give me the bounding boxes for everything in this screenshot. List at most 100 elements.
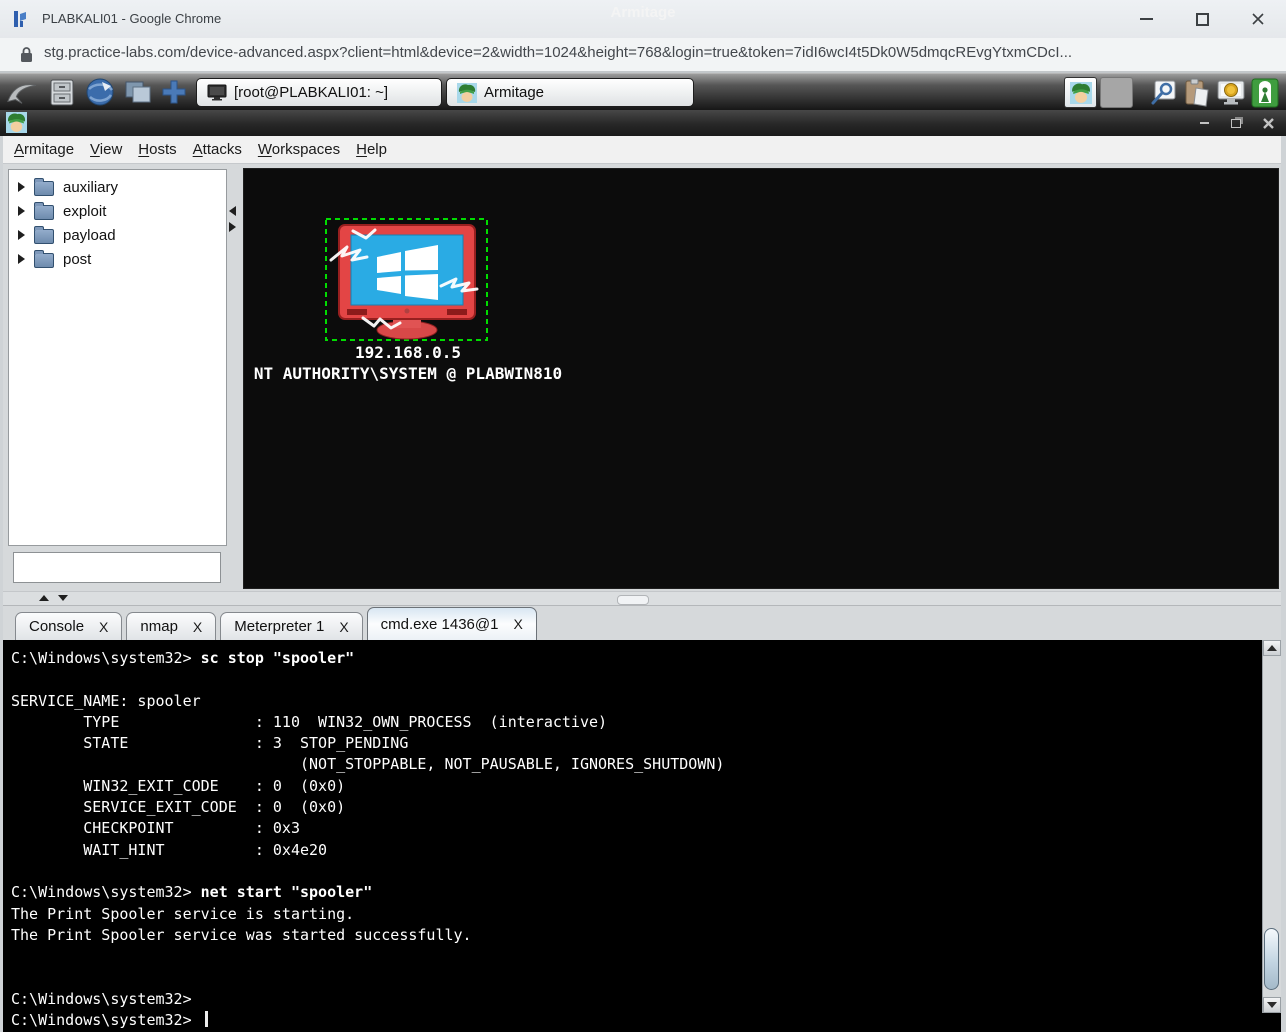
tree-item-exploit[interactable]: exploit [9, 199, 226, 223]
armitage-minimize-button[interactable] [1196, 115, 1212, 131]
armitage-restore-button[interactable] [1228, 115, 1244, 131]
terminal-line: C:\Windows\system32> sc stop "spooler" [11, 648, 1281, 669]
clipboard-icon [1183, 78, 1211, 108]
armitage-menubar: Armitage View Hosts Attacks Workspaces Help [0, 136, 1286, 164]
taskbar-button-terminal[interactable]: [root@PLABKALI01: ~] [196, 78, 442, 107]
horizontal-splitter[interactable] [3, 591, 1281, 606]
collapse-down-icon[interactable] [58, 595, 68, 601]
scroll-up-button[interactable] [1263, 640, 1281, 656]
menu-attacks[interactable]: Attacks [193, 141, 242, 158]
expand-arrow-icon[interactable] [18, 206, 25, 216]
cmd-terminal[interactable]: C:\Windows\system32> sc stop "spooler" S… [3, 640, 1281, 1032]
lock-icon[interactable] [20, 46, 33, 63]
collapse-left-icon[interactable] [229, 206, 236, 216]
tab-close-button[interactable]: X [99, 619, 108, 635]
folder-icon [34, 253, 54, 268]
plus-icon [160, 78, 188, 106]
arrow-up-icon [1267, 645, 1277, 651]
kali-taskbar: [root@PLABKALI01: ~] Armitage [0, 73, 1286, 111]
tray-display-info-button[interactable] [1214, 77, 1247, 108]
tree-item-label: post [63, 251, 91, 268]
tab-cmd-exe-1436-1[interactable]: cmd.exe 1436@1X [367, 607, 537, 640]
folder-icon [34, 205, 54, 220]
armitage-icon [1070, 82, 1092, 104]
terminal-line: CHECKPOINT : 0x3 [11, 818, 1281, 839]
workspace-switcher-button[interactable] [122, 77, 154, 107]
expand-arrow-icon[interactable] [18, 254, 25, 264]
tab-label: Console [29, 618, 84, 635]
taskbar-button-armitage[interactable]: Armitage [446, 78, 694, 107]
close-icon [1263, 118, 1274, 129]
file-cabinet-icon [49, 79, 75, 106]
kali-logo-icon [6, 79, 38, 105]
terminal-line: The Print Spooler service was started su… [11, 925, 1281, 946]
terminal-line: C:\Windows\system32> net start "spooler" [11, 882, 1281, 903]
tree-item-label: payload [63, 227, 116, 244]
menu-help[interactable]: Help [356, 141, 387, 158]
exit-icon [1251, 78, 1279, 108]
terminal-line: STATE : 3 STOP_PENDING [11, 733, 1281, 754]
compromised-host-icon[interactable] [325, 218, 489, 342]
menu-view[interactable]: View [90, 141, 122, 158]
tab-close-button[interactable]: X [193, 619, 202, 635]
tray-magnifier-button[interactable] [1146, 77, 1179, 108]
terminal-line: SERVICE_EXIT_CODE : 0 (0x0) [11, 797, 1281, 818]
tree-item-post[interactable]: post [9, 247, 226, 271]
module-tree-panel: auxiliary exploit payload post [8, 169, 227, 546]
tab-nmap[interactable]: nmapX [126, 612, 216, 640]
url-text[interactable]: stg.practice-labs.com/device-advanced.as… [44, 44, 1072, 61]
tab-label: Meterpreter 1 [234, 618, 324, 635]
host-labels: 192.168.0.5 NT AUTHORITY\SYSTEM @ PLABWI… [248, 342, 568, 384]
minimize-icon [1200, 122, 1209, 124]
armitage-icon [457, 83, 477, 103]
windows-stack-icon [123, 79, 153, 105]
terminal-line [11, 669, 1281, 690]
terminal-scrollbar[interactable] [1262, 640, 1281, 1013]
terminal-line [11, 861, 1281, 882]
armitage-window-title: Armitage [0, 4, 1286, 21]
add-workspace-button[interactable] [158, 77, 190, 107]
file-manager-button[interactable] [46, 77, 78, 107]
splitter-grip[interactable] [617, 595, 649, 605]
tree-item-auxiliary[interactable]: auxiliary [9, 175, 226, 199]
tray-logout-button[interactable] [1248, 77, 1281, 108]
menu-armitage[interactable]: Armitage [14, 141, 74, 158]
taskbar-button-label: Armitage [484, 84, 544, 101]
tab-console[interactable]: Console X [15, 612, 122, 640]
tray-empty-slot [1100, 77, 1133, 108]
tab-close-button[interactable]: X [513, 616, 522, 632]
scroll-down-button[interactable] [1263, 997, 1281, 1013]
tab-meterpreter-1[interactable]: Meterpreter 1 X [220, 612, 362, 640]
module-search-input[interactable] [13, 552, 221, 583]
tray-clipboard-button[interactable] [1180, 77, 1213, 108]
menu-workspaces[interactable]: Workspaces [258, 141, 340, 158]
terminal-line: TYPE : 110 WIN32_OWN_PROCESS (interactiv… [11, 712, 1281, 733]
tree-item-label: exploit [63, 203, 106, 220]
terminal-line: The Print Spooler service is starting. [11, 904, 1281, 925]
taskbar-button-label: [root@PLABKALI01: ~] [234, 84, 388, 101]
armitage-window-icon [6, 112, 27, 133]
expand-arrow-icon[interactable] [18, 230, 25, 240]
web-browser-button[interactable] [84, 77, 116, 107]
menu-hosts[interactable]: Hosts [138, 141, 176, 158]
arrow-down-icon [1267, 1002, 1277, 1008]
tab-close-button[interactable]: X [339, 619, 348, 635]
remote-desktop-screen: PLABKALI01 - Google Chrome stg.practice-… [0, 0, 1286, 1032]
tree-item-payload[interactable]: payload [9, 223, 226, 247]
kali-menu-button[interactable] [6, 77, 38, 107]
targets-graph-panel[interactable]: 192.168.0.5 NT AUTHORITY\SYSTEM @ PLABWI… [243, 168, 1279, 589]
expand-arrow-icon[interactable] [18, 182, 25, 192]
chrome-address-bar[interactable]: stg.practice-labs.com/device-advanced.as… [0, 38, 1286, 73]
armitage-close-button[interactable] [1260, 115, 1276, 131]
host-session-label: NT AUTHORITY\SYSTEM @ PLABWIN810 [248, 363, 568, 384]
collapse-up-icon[interactable] [39, 595, 49, 601]
scrollbar-thumb[interactable] [1264, 928, 1279, 990]
globe-icon [85, 77, 115, 107]
expand-right-icon[interactable] [229, 222, 236, 232]
tree-item-label: auxiliary [63, 179, 118, 196]
terminal-icon [207, 84, 227, 101]
tray-armitage-button[interactable] [1064, 77, 1097, 108]
armitage-titlebar[interactable] [0, 110, 1286, 136]
vertical-splitter-controls [229, 206, 236, 232]
terminal-line: SERVICE_NAME: spooler [11, 691, 1281, 712]
